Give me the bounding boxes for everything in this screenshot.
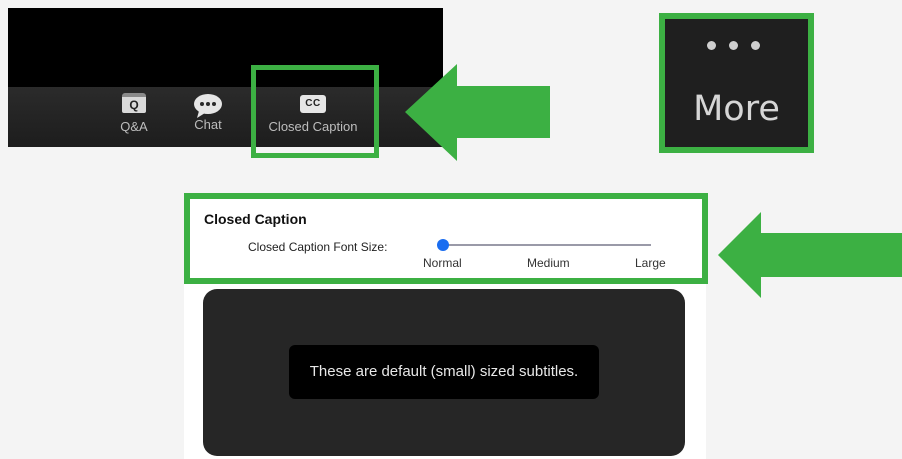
qa-icon: Q — [122, 93, 146, 113]
more-dots-icon — [707, 41, 760, 50]
chat-button[interactable]: Chat — [188, 93, 228, 143]
tutorial-graphic: Q Q&A Chat CC Closed Caption More Closed… — [0, 0, 902, 459]
cc-highlight-box — [251, 65, 379, 158]
chat-label: Chat — [194, 117, 222, 132]
section-title: Closed Caption — [204, 211, 307, 227]
more-button[interactable]: More — [665, 19, 808, 147]
font-size-option-normal[interactable]: Normal — [423, 256, 462, 270]
font-size-option-large[interactable]: Large — [635, 256, 666, 270]
left-arrow-icon — [718, 212, 902, 298]
font-size-slider-track[interactable] — [444, 244, 651, 246]
more-panel: More — [659, 13, 814, 153]
qa-button[interactable]: Q Q&A — [116, 93, 152, 143]
font-size-label: Closed Caption Font Size: — [248, 240, 388, 254]
qa-label: Q&A — [120, 119, 148, 134]
more-label: More — [693, 89, 780, 129]
font-size-slider-thumb[interactable] — [437, 239, 449, 251]
font-size-option-medium[interactable]: Medium — [527, 256, 570, 270]
settings-highlight-box — [184, 193, 708, 284]
subtitle-sample: These are default (small) sized subtitle… — [289, 345, 599, 399]
caption-preview: These are default (small) sized subtitle… — [203, 289, 685, 456]
left-arrow-icon — [405, 64, 550, 161]
chat-bubble-icon — [193, 93, 223, 118]
